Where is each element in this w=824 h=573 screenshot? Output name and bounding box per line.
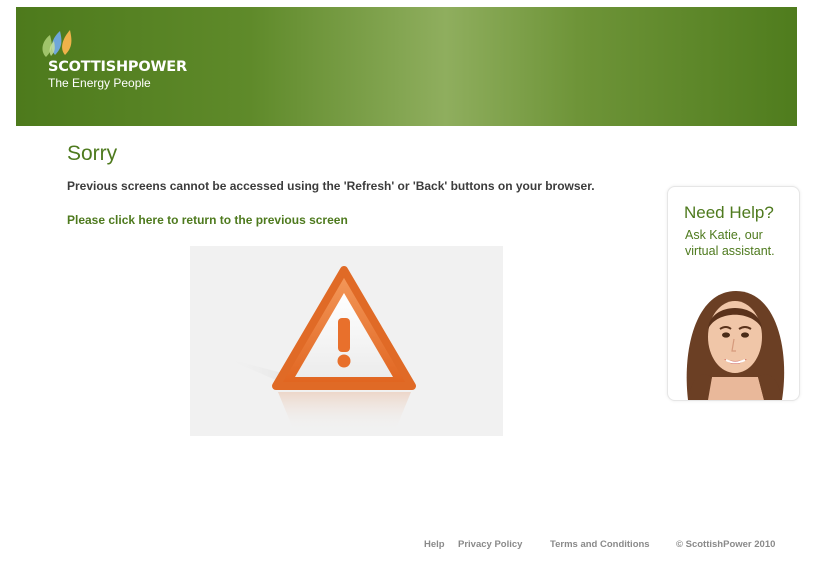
help-widget[interactable]: Need Help? Ask Katie, our virtual assist… (667, 186, 800, 401)
warning-triangle-icon (225, 266, 416, 431)
footer-link-privacy-policy[interactable]: Privacy Policy (458, 539, 522, 550)
flame-leaves-icon (42, 30, 72, 57)
site-footer: Help Privacy Policy Terms and Conditions… (0, 539, 824, 553)
site-header: SCOTTISHPOWER The Energy People (16, 7, 797, 126)
error-message: Previous screens cannot be accessed usin… (67, 179, 595, 193)
footer-link-terms[interactable]: Terms and Conditions (550, 539, 650, 550)
page-title: Sorry (67, 142, 118, 165)
return-previous-link[interactable]: Please click here to return to the previ… (67, 213, 348, 227)
brand-name: SCOTTISHPOWER (48, 59, 187, 75)
help-title: Need Help? (684, 203, 774, 222)
warning-image (190, 246, 503, 436)
footer-link-help[interactable]: Help (424, 539, 445, 550)
footer-copyright: © ScottishPower 2010 (676, 539, 776, 550)
help-subtitle: Ask Katie, our virtual assistant. (685, 228, 775, 258)
brand-tagline: The Energy People (48, 76, 151, 90)
virtual-assistant-avatar (686, 291, 785, 400)
